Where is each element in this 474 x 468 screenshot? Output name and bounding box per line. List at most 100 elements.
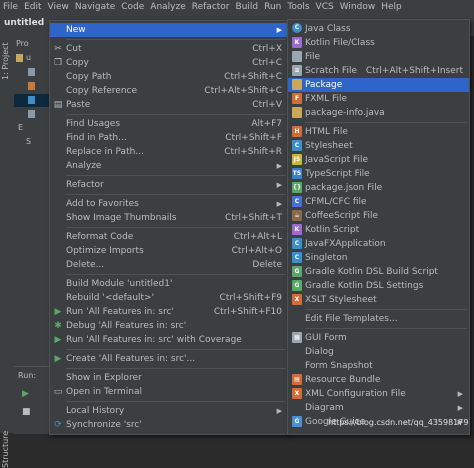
project-pane-header[interactable]: Pro xyxy=(16,39,29,48)
structure-tool-tab[interactable]: Structure xyxy=(1,431,10,468)
new-item-cfml-cfc-file[interactable]: C CFML/CFC file xyxy=(288,195,469,209)
new-item-javascript-file[interactable]: JS JavaScript File xyxy=(288,153,469,167)
new-item-singleton[interactable]: C Singleton xyxy=(288,251,469,265)
menu-item-copy-path[interactable]: Copy Path Ctrl+Shift+C xyxy=(50,70,288,84)
tree-row[interactable] xyxy=(14,66,49,79)
new-item-java-class[interactable]: C Java Class xyxy=(288,22,469,36)
menu-file[interactable]: File xyxy=(0,0,21,14)
tree-row[interactable] xyxy=(14,108,49,121)
kotlin-file-icon: K xyxy=(292,37,302,48)
new-item-coffeescript-file[interactable]: ☕ CoffeeScript File xyxy=(288,209,469,223)
new-item-stylesheet[interactable]: C Stylesheet xyxy=(288,139,469,153)
tree-row[interactable]: E xyxy=(14,122,49,135)
gui-form-icon: ▦ xyxy=(292,332,302,343)
menu-item-show-image-thumbnails[interactable]: Show Image Thumbnails Ctrl+Shift+T xyxy=(50,211,288,225)
menu-item-create-all-features-in-src[interactable]: ▶ Create 'All Features in: src'... xyxy=(50,352,288,366)
menu-edit[interactable]: Edit xyxy=(21,0,44,14)
menu-item-new[interactable]: New ▶ xyxy=(50,23,288,37)
menu-help[interactable]: Help xyxy=(378,0,405,14)
run-icon[interactable]: ▶ xyxy=(22,389,29,399)
new-item-file[interactable]: File xyxy=(288,50,469,64)
new-item-gradle-kotlin-dsl-settings[interactable]: G Gradle Kotlin DSL Settings xyxy=(288,279,469,293)
scissors-icon: ✂ xyxy=(54,44,62,54)
menu-item-find-in-path[interactable]: Find in Path... Ctrl+Shift+F xyxy=(50,131,288,145)
menu-item-label: Resource Bundle xyxy=(305,375,381,385)
new-item-javafxapplication[interactable]: C JavaFXApplication xyxy=(288,237,469,251)
menu-item-reformat-code[interactable]: Reformat Code Ctrl+Alt+L xyxy=(50,230,288,244)
menu-window[interactable]: Window xyxy=(337,0,379,14)
new-item-scratch-file[interactable]: ≡ Scratch File Ctrl+Alt+Shift+Insert xyxy=(288,64,469,78)
menu-item-edit-scopes[interactable]: Edit Scopes... xyxy=(50,432,288,434)
menu-item-rebuild-default[interactable]: Rebuild '<default>' Ctrl+Shift+F9 xyxy=(50,291,288,305)
menu-item-debug-all-features-in-src[interactable]: ✱ Debug 'All Features in: src' xyxy=(50,319,288,333)
menu-item-delete[interactable]: Delete... Delete xyxy=(50,258,288,272)
project-title[interactable]: untitled xyxy=(4,18,44,28)
new-item-html-file[interactable]: H HTML File xyxy=(288,125,469,139)
menu-item-label: Open in Terminal xyxy=(66,387,142,397)
menu-item-optimize-imports[interactable]: Optimize Imports Ctrl+Alt+O xyxy=(50,244,288,258)
new-item-package[interactable]: Package xyxy=(288,78,469,92)
menu-item-local-history[interactable]: Local History ▶ xyxy=(50,404,288,418)
menu-vcs[interactable]: VCS xyxy=(313,0,337,14)
coffeescript-icon: ☕ xyxy=(292,210,302,221)
new-item-fxml-file[interactable]: F FXML File xyxy=(288,92,469,106)
tree-row-selected[interactable] xyxy=(14,94,49,107)
new-item-diagram[interactable]: Diagram ▶ xyxy=(288,401,469,415)
dialog-icon xyxy=(292,346,302,357)
new-item-edit-file-templates[interactable]: Edit File Templates... xyxy=(288,312,469,326)
package-info-icon xyxy=(292,107,302,118)
menu-item-synchronize-src[interactable]: ⟳ Synchronize 'src' xyxy=(50,418,288,432)
tree-row[interactable] xyxy=(14,80,49,93)
menu-item-paste[interactable]: ▤ Paste Ctrl+V xyxy=(50,98,288,112)
menu-refactor[interactable]: Refactor xyxy=(189,0,233,14)
stop-icon[interactable]: ■ xyxy=(22,407,31,417)
submenu-arrow-icon: ▶ xyxy=(276,200,282,208)
menu-item-label: Cut xyxy=(66,44,82,54)
folder-icon xyxy=(16,54,23,62)
menu-item-open-in-terminal[interactable]: ▭ Open in Terminal xyxy=(50,385,288,399)
menu-view[interactable]: View xyxy=(45,0,72,14)
menu-navigate[interactable]: Navigate xyxy=(72,0,118,14)
menu-analyze[interactable]: Analyze xyxy=(147,0,188,14)
menu-item-label: Find in Path... xyxy=(66,133,127,143)
menu-item-replace-in-path[interactable]: Replace in Path... Ctrl+Shift+R xyxy=(50,145,288,159)
menu-item-copy-reference[interactable]: Copy Reference Ctrl+Alt+Shift+C xyxy=(50,84,288,98)
menu-item-run-all-features-in-src[interactable]: ▶ Run 'All Features in: src' Ctrl+Shift+F1… xyxy=(50,305,288,319)
shortcut-label: Ctrl+Alt+Shift+C xyxy=(204,86,282,96)
menu-item-find-usages[interactable]: Find Usages Alt+F7 xyxy=(50,117,288,131)
menu-item-run-all-features-in-src-with-coverage[interactable]: ▶ Run 'All Features in: src' with Coverag… xyxy=(50,333,288,347)
new-item-xml-configuration-file[interactable]: X XML Configuration File ▶ xyxy=(288,387,469,401)
menu-item-label: JavaFXApplication xyxy=(305,239,386,249)
stylesheet-icon: C xyxy=(292,140,302,151)
menu-item-copy[interactable]: ❐ Copy Ctrl+C xyxy=(50,56,288,70)
menu-item-build-module-untitled1[interactable]: Build Module 'untitled1' xyxy=(50,277,288,291)
menu-build[interactable]: Build xyxy=(233,0,262,14)
menu-item-cut[interactable]: ✂ Cut Ctrl+X xyxy=(50,42,288,56)
menu-item-analyze[interactable]: Analyze ▶ xyxy=(50,159,288,173)
new-item-kotlin-script[interactable]: K Kotlin Script xyxy=(288,223,469,237)
menu-item-label: New xyxy=(66,25,86,35)
menu-item-label: package.json File xyxy=(305,183,383,193)
menu-item-label: Find Usages xyxy=(66,119,121,129)
new-item-package-json-file[interactable]: {} package.json File xyxy=(288,181,469,195)
new-item-form-snapshot[interactable]: Form Snapshot xyxy=(288,359,469,373)
new-item-kotlin-file-class[interactable]: K Kotlin File/Class xyxy=(288,36,469,50)
menu-run[interactable]: Run xyxy=(261,0,284,14)
menu-item-add-to-favorites[interactable]: Add to Favorites ▶ xyxy=(50,197,288,211)
menu-item-refactor[interactable]: Refactor ▶ xyxy=(50,178,288,192)
tree-row[interactable]: S xyxy=(14,136,49,149)
folder-icon xyxy=(28,82,35,90)
menu-code[interactable]: Code xyxy=(118,0,147,14)
shortcut-label: Ctrl+C xyxy=(252,58,282,68)
new-item-xslt-stylesheet[interactable]: X XSLT Stylesheet xyxy=(288,293,469,307)
project-tool-tab[interactable]: 1: Project xyxy=(1,42,10,80)
new-item-gradle-kotlin-dsl-build-script[interactable]: G Gradle Kotlin DSL Build Script xyxy=(288,265,469,279)
new-item-typescript-file[interactable]: TS TypeScript File xyxy=(288,167,469,181)
menu-tools[interactable]: Tools xyxy=(284,0,312,14)
new-item-dialog[interactable]: Dialog xyxy=(288,345,469,359)
tree-row[interactable]: u xyxy=(14,52,49,65)
new-item-gui-form[interactable]: ▦ GUI Form xyxy=(288,331,469,345)
new-item-resource-bundle[interactable]: ▤ Resource Bundle xyxy=(288,373,469,387)
new-item-package-info-java[interactable]: package-info.java xyxy=(288,106,469,120)
menu-item-show-in-explorer[interactable]: Show in Explorer xyxy=(50,371,288,385)
